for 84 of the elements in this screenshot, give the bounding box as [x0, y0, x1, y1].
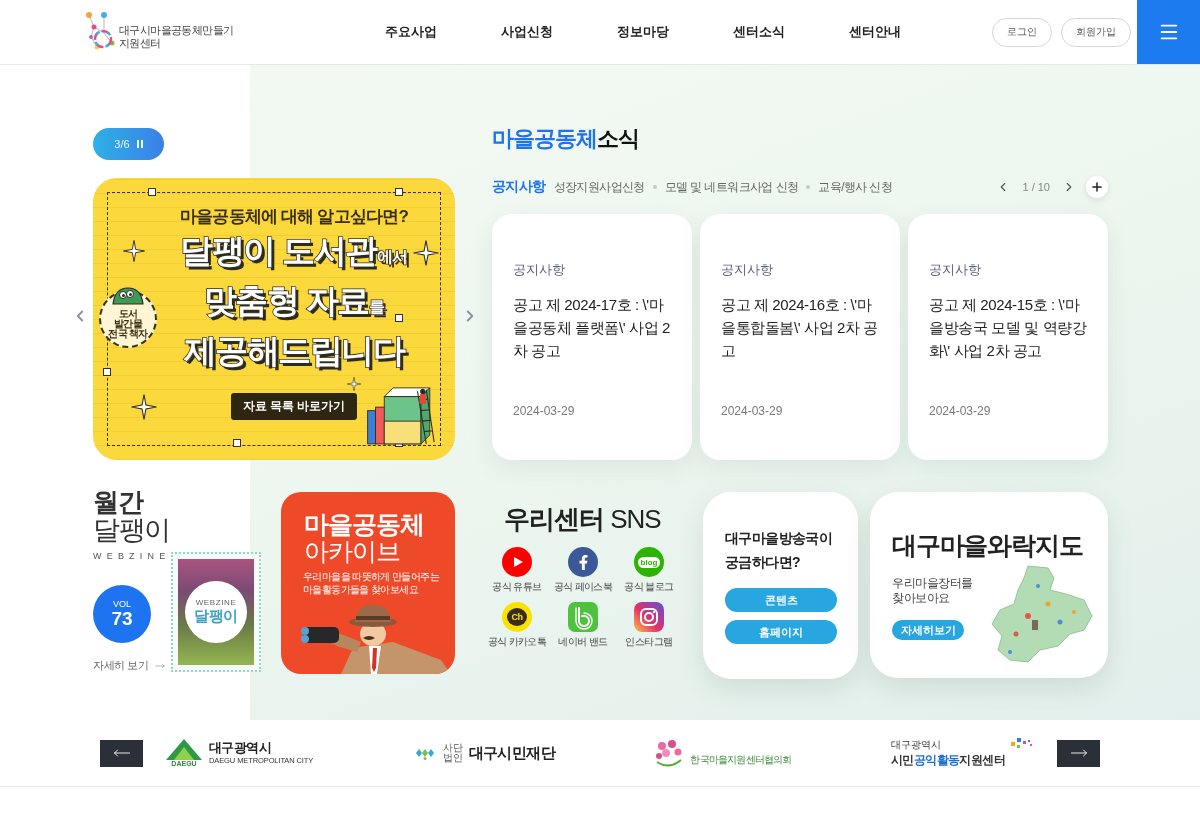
webzine-label: WEBZINE: [93, 551, 171, 561]
nav-item[interactable]: 사업신청: [469, 23, 585, 41]
map-title: 대구마을와락지도: [892, 530, 1083, 560]
section-title: 마을공동체소식: [492, 125, 640, 153]
more-button[interactable]: [1086, 176, 1108, 198]
banner-headline: 맞춤형 자료를: [203, 281, 385, 321]
volume-number: 73: [111, 609, 133, 629]
partner-prefix: 사단법인: [442, 743, 463, 763]
card-title: 공고 제 2024-15호 : \'마을방송국 모델 및 역량강화\' 사업 2차 공고: [929, 295, 1088, 361]
map-description: 우리마을장터를 찾아보아요: [892, 576, 974, 606]
notice-card[interactable]: 공지사항 공고 제 2024-17호 : \'마을공동체 플랫폼\' 사업 2차 공고 2024-03-29: [492, 214, 692, 460]
camera-icon[interactable]: [634, 602, 664, 632]
sns-link[interactable]: 공식 페이스북: [553, 581, 613, 593]
sns-link[interactable]: 네이버 밴드: [558, 636, 608, 648]
sns-link[interactable]: 공식 블로그: [624, 581, 674, 593]
sns-title: 우리센터 SNS: [504, 504, 662, 534]
facebook-icon[interactable]: [568, 547, 598, 577]
notice-card[interactable]: 공지사항 공고 제 2024-15호 : \'마을방송국 모델 및 역량강화\' 사업 2차 공고 2024-03-29: [908, 214, 1108, 460]
frame-handle: [395, 314, 403, 322]
sparkle-icon: [123, 240, 145, 262]
card-title: 공고 제 2024-16호 : \'마을통합돌봄\' 사업 2차 공고: [721, 295, 879, 361]
sns-link[interactable]: 공식 카카오톡: [487, 636, 547, 648]
nav-item[interactable]: 센터소식: [701, 23, 817, 41]
archive-title: 마을공동체: [303, 510, 425, 538]
plus-icon: [1090, 180, 1104, 194]
sns-link[interactable]: 공식 유튜브: [492, 581, 542, 593]
cover-label: WEBZINE: [195, 598, 237, 607]
more-link[interactable]: 자세히 보기: [93, 659, 149, 673]
card-category: 공지사항: [721, 262, 774, 278]
magazine-cover[interactable]: WEBZINE 달팽이: [171, 552, 261, 672]
category-tab[interactable]: 모델 및 네트워크사업 신청: [652, 178, 799, 196]
nav-item[interactable]: 주요사업: [353, 23, 469, 41]
page-indicator: 1 / 10: [1021, 181, 1051, 193]
frame-handle: [233, 439, 241, 447]
webzine-title: 달팽이: [93, 515, 170, 545]
archive-title: 아카이브: [303, 538, 401, 564]
signup-button[interactable]: 회원가입: [1061, 17, 1131, 47]
card-date: 2024-03-29: [929, 404, 992, 418]
card-date: 2024-03-29: [721, 404, 784, 418]
archive-description: 우리마을을 따뜻하게 만들어주는 마을활동가들을 찾아보세요: [303, 570, 441, 596]
banner-kicker: 마을공동체에 대해 알고싶다면?: [180, 206, 408, 228]
card-title: 공고 제 2024-17호 : \'마을공동체 플랫폼\' 사업 2차 공고: [513, 295, 671, 361]
partner-name[interactable]: 시민공익활동지원센터: [890, 751, 1005, 769]
nav-item[interactable]: 정보마당: [585, 23, 701, 41]
card-date: 2024-03-29: [513, 404, 576, 418]
badge-text: 도서 발간물 전국 책자: [108, 309, 148, 339]
banner-headline: 달팽이 도서관에서: [180, 231, 408, 271]
prev-partner-button[interactable]: [100, 739, 143, 767]
partner-region: 대구광역시: [890, 737, 941, 752]
partner-name[interactable]: 대구시민재단: [468, 744, 555, 762]
category-tab[interactable]: 교육/행사 신청: [806, 178, 893, 196]
notice-card[interactable]: 공지사항 공고 제 2024-16호 : \'마을통합돌봄\' 사업 2차 공고 2024-03-29: [700, 214, 900, 460]
cover-title: 달팽이: [194, 607, 238, 626]
category-tab[interactable]: 공지사항: [492, 178, 546, 196]
login-button[interactable]: 로그인: [992, 17, 1052, 47]
volume-label: VOL: [113, 599, 131, 609]
partner-name[interactable]: 대구광역시: [209, 741, 271, 756]
category-tab[interactable]: 성장지원사업신청: [553, 178, 645, 196]
chat-channel-icon[interactable]: Ch: [502, 602, 532, 632]
frame-handle: [148, 188, 156, 196]
card-category: 공지사항: [929, 262, 982, 278]
snail-cap-icon: [111, 286, 145, 306]
nav-item[interactable]: 센터안내: [817, 23, 933, 41]
sparkle-icon: [131, 394, 157, 420]
mountain-logo-icon: [165, 738, 203, 760]
logo-title[interactable]: 대구시마을공동체만들기: [119, 24, 234, 37]
partner-name[interactable]: 한국마을지원센터협의회: [690, 753, 792, 767]
promo-banner[interactable]: 마을공동체에 대해 알고싶다면? 달팽이 도서관에서 맞춤형 자료를 제공해드립니다 자료 목록 바로가기 도서 발간물 전국 책자: [93, 178, 455, 460]
archive-card[interactable]: 마을공동체 아카이브 우리마을을 따뜻하게 만들어주는 마을활동가들을 찾아보세요: [281, 492, 455, 674]
logo-subtitle[interactable]: 지원센터: [119, 37, 234, 50]
sparkle-icon: [347, 377, 361, 391]
webzine-title: 월간: [93, 489, 143, 515]
arrow-right-icon: [154, 661, 165, 671]
sns-link[interactable]: 인스타그램: [625, 636, 673, 648]
frame-handle: [395, 188, 403, 196]
play-circle-icon[interactable]: [502, 547, 532, 577]
frame-handle: [103, 368, 111, 376]
broadcast-title: 대구마을방송국이 궁금하다면?: [725, 529, 834, 572]
banner-headline: 제공해드립니다: [183, 331, 405, 371]
next-partner-button[interactable]: [1057, 739, 1100, 767]
banner-button[interactable]: 자료 목록 바로가기: [230, 393, 358, 420]
squares-logo-icon: [1010, 737, 1033, 750]
card-category: 공지사항: [513, 262, 566, 278]
sparkle-icon: [413, 240, 439, 266]
